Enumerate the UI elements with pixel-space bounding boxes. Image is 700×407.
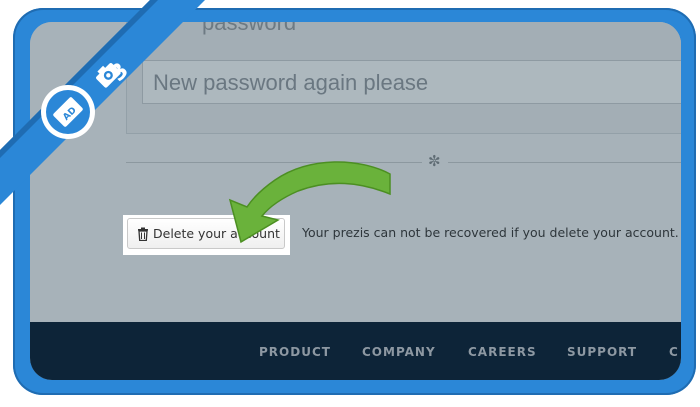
- divider-ornament: ✼: [428, 153, 441, 170]
- site-footer: PRODUCT COMPANY CAREERS SUPPORT C: [30, 322, 681, 380]
- footer-link-company[interactable]: COMPANY: [362, 345, 436, 359]
- green-arrow-annotation: [228, 161, 391, 244]
- tutorial-screenshot: password New password again please ✼ Del…: [0, 0, 700, 407]
- footer-link-product[interactable]: PRODUCT: [259, 345, 331, 359]
- step-ribbon: AD: [0, 0, 205, 205]
- footer-link-careers[interactable]: CAREERS: [468, 345, 537, 359]
- footer-link-truncated[interactable]: C: [669, 345, 679, 359]
- footer-link-support[interactable]: SUPPORT: [567, 345, 637, 359]
- divider-right: [448, 162, 681, 163]
- password-field-partial[interactable]: password: [202, 22, 296, 36]
- trash-icon: [138, 227, 148, 241]
- repeat-password-input[interactable]: New password again please: [142, 60, 681, 104]
